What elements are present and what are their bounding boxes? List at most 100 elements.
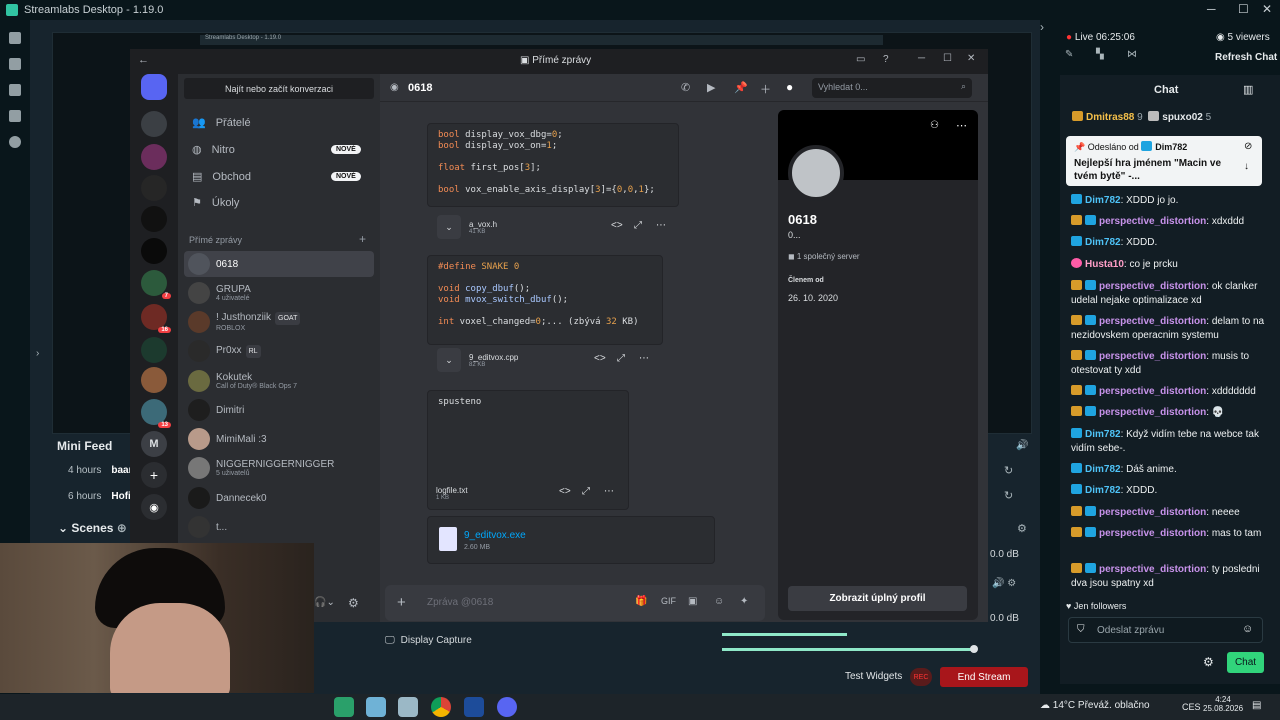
store-icon[interactable] — [9, 84, 21, 96]
chat-input[interactable]: ⛉ Odeslat zprávu ☺ — [1068, 617, 1263, 643]
create-dm-icon[interactable]: + — [359, 232, 366, 246]
add-server-icon[interactable]: + — [141, 462, 167, 488]
maximize-icon[interactable]: ☐ — [1238, 2, 1249, 16]
taskbar-app-icon[interactable] — [366, 697, 386, 717]
test-widgets-button[interactable]: Test Widgets — [845, 671, 902, 682]
editor-icon[interactable] — [9, 32, 21, 44]
taskbar-app-icon[interactable] — [334, 697, 354, 717]
chat-username[interactable]: Dim782 — [1085, 429, 1121, 440]
dm-item[interactable]: 0618 — [184, 251, 374, 277]
expand-icon[interactable]: ⤢ — [634, 220, 642, 231]
chat-username[interactable]: perspective_distortion — [1099, 386, 1206, 397]
dm-item[interactable]: NIGGERNIGGERNIGGER 5 uživatelů — [184, 455, 374, 481]
file-attachment[interactable]: ⌄ a_vox.h 41 KB <> ⤢ ⋯ — [437, 210, 677, 244]
server-icon[interactable]: 16 — [141, 304, 171, 333]
apps-icon[interactable]: ✦ — [740, 596, 748, 607]
language-indicator[interactable]: CES — [1182, 702, 1201, 712]
share-icon[interactable]: ⋈ — [1127, 49, 1137, 60]
sticker-icon[interactable]: ▣ — [688, 596, 697, 607]
notification-icon[interactable]: ▤ — [1252, 700, 1261, 711]
message-input[interactable]: + Zpráva @0618 🎁 GIF ▣ ☺ ✦ — [385, 585, 765, 621]
edit-icon[interactable]: ✎ — [1065, 49, 1073, 60]
expand-icon[interactable]: ⤢ — [582, 486, 590, 497]
server-letter-icon[interactable]: M — [141, 431, 167, 457]
more-icon[interactable]: ⋯ — [639, 353, 649, 364]
server-icon[interactable]: 13 — [141, 399, 171, 428]
server-icon[interactable] — [141, 175, 167, 201]
dm-item[interactable]: ! Justhonziik GOAT ROBLOX — [184, 309, 374, 335]
help-icon[interactable]: ? — [883, 54, 889, 65]
chat-stats-icon[interactable]: ▥ — [1243, 83, 1253, 96]
minimize-icon[interactable]: ─ — [1207, 2, 1216, 16]
chat-username[interactable]: perspective_distortion — [1099, 281, 1206, 292]
dm-item[interactable]: GRUPA 4 uživatelé — [184, 280, 374, 306]
clock[interactable]: 4:24 25.08.2026 — [1203, 695, 1243, 713]
pin-icon[interactable]: 📌 — [734, 81, 748, 94]
volume-icon[interactable]: 🔊 ⚙ — [992, 578, 1016, 589]
more-icon[interactable]: ⋯ — [956, 119, 967, 132]
volume-slider-handle[interactable] — [970, 645, 978, 653]
chat-username[interactable]: perspective_distortion — [1099, 528, 1206, 539]
media-icon[interactable] — [9, 110, 21, 122]
weather-widget[interactable]: ☁ 14°C Převáž. oblačno — [1040, 700, 1150, 711]
taskbar-app-icon[interactable] — [464, 697, 484, 717]
chat-username[interactable]: Dim782 — [1085, 485, 1121, 496]
search-input[interactable]: Vyhledat 0... ⌕ — [812, 78, 972, 98]
refresh-icon[interactable]: ↻ — [1004, 489, 1013, 502]
user-profile-icon[interactable]: ● — [786, 80, 793, 94]
server-icon[interactable] — [141, 238, 167, 264]
server-icon[interactable] — [141, 144, 167, 170]
server-icon[interactable] — [141, 206, 167, 232]
mutual-servers[interactable]: ◼ 1 společný server — [788, 252, 860, 261]
unpin-icon[interactable]: ⊘ — [1244, 141, 1252, 152]
chat-username[interactable]: perspective_distortion — [1099, 316, 1206, 327]
code-view-icon[interactable]: <> — [594, 353, 606, 364]
taskbar-app-icon[interactable] — [497, 697, 517, 717]
collapse-right-icon[interactable]: › — [1040, 20, 1044, 34]
dm-item[interactable]: Dannecek0 — [184, 485, 374, 511]
nav-quests[interactable]: ⚑ Úkoly — [192, 196, 239, 210]
expand-chevron-icon[interactable]: ⌄ — [437, 348, 461, 372]
inbox-icon[interactable]: ▭ — [856, 54, 865, 65]
collapse-left-icon[interactable]: › — [36, 348, 39, 359]
view-full-profile-button[interactable]: Zobrazit úplný profil — [788, 586, 967, 611]
explore-icon[interactable]: ◉ — [141, 494, 167, 520]
back-icon[interactable]: ← — [138, 54, 149, 66]
nav-friends[interactable]: 👥 Přátelé — [192, 116, 251, 130]
emoji-icon[interactable]: ☺ — [714, 596, 724, 607]
chat-settings-icon[interactable]: ⚙ — [1203, 655, 1214, 669]
dm-item[interactable]: MimiMali :3 — [184, 426, 374, 452]
server-icon[interactable] — [141, 367, 167, 393]
close-icon[interactable]: ✕ — [967, 53, 975, 64]
call-icon[interactable]: ✆ — [681, 81, 690, 94]
close-icon[interactable]: ✕ — [1262, 2, 1272, 16]
dm-item[interactable]: Kokutek Call of Duty® Black Ops 7 — [184, 368, 374, 394]
refresh-icon[interactable]: ↻ — [1004, 464, 1013, 477]
chat-username[interactable]: perspective_distortion — [1099, 216, 1206, 227]
dm-item[interactable]: Dimitri — [184, 397, 374, 423]
server-icon[interactable] — [141, 111, 167, 137]
taskbar-app-icon[interactable] — [398, 697, 418, 717]
headset-icon[interactable]: 🎧⌄ — [314, 597, 335, 608]
dm-item[interactable]: Pr0xx RL — [184, 338, 374, 364]
themes-icon[interactable] — [9, 58, 21, 70]
chat-username[interactable]: Husta10 — [1085, 259, 1124, 270]
video-icon[interactable]: ▶ — [707, 81, 715, 94]
nav-shop[interactable]: ▤ Obchod — [192, 170, 251, 184]
expand-chevron-icon[interactable]: ⌄ — [437, 215, 461, 239]
server-icon[interactable] — [141, 337, 167, 363]
pinned-message[interactable]: 📌 Odesláno od Dim782 Nejlepší hra jménem… — [1066, 136, 1262, 186]
file-attachment[interactable]: 9_editvox.exe 2.60 MB — [427, 516, 715, 564]
chat-username[interactable]: perspective_distortion — [1099, 351, 1206, 362]
server-icon[interactable]: 7 — [141, 270, 171, 299]
chat-username[interactable]: perspective_distortion — [1099, 507, 1206, 518]
dm-item[interactable]: t... — [184, 514, 374, 540]
file-attachment[interactable]: logfile.txt 1 KB <> ⤢ ⋯ — [436, 476, 626, 510]
more-icon[interactable]: ⋯ — [656, 220, 666, 231]
layout-icon[interactable]: ▚ — [1096, 49, 1104, 60]
settings-icon[interactable]: ⚙ — [348, 596, 359, 610]
volume-icon[interactable]: 🔊 — [1016, 440, 1028, 451]
attach-icon[interactable]: + — [397, 594, 406, 611]
source-item[interactable]: 🖵 Display Capture — [385, 630, 705, 650]
gift-icon[interactable]: 🎁 — [635, 596, 647, 607]
